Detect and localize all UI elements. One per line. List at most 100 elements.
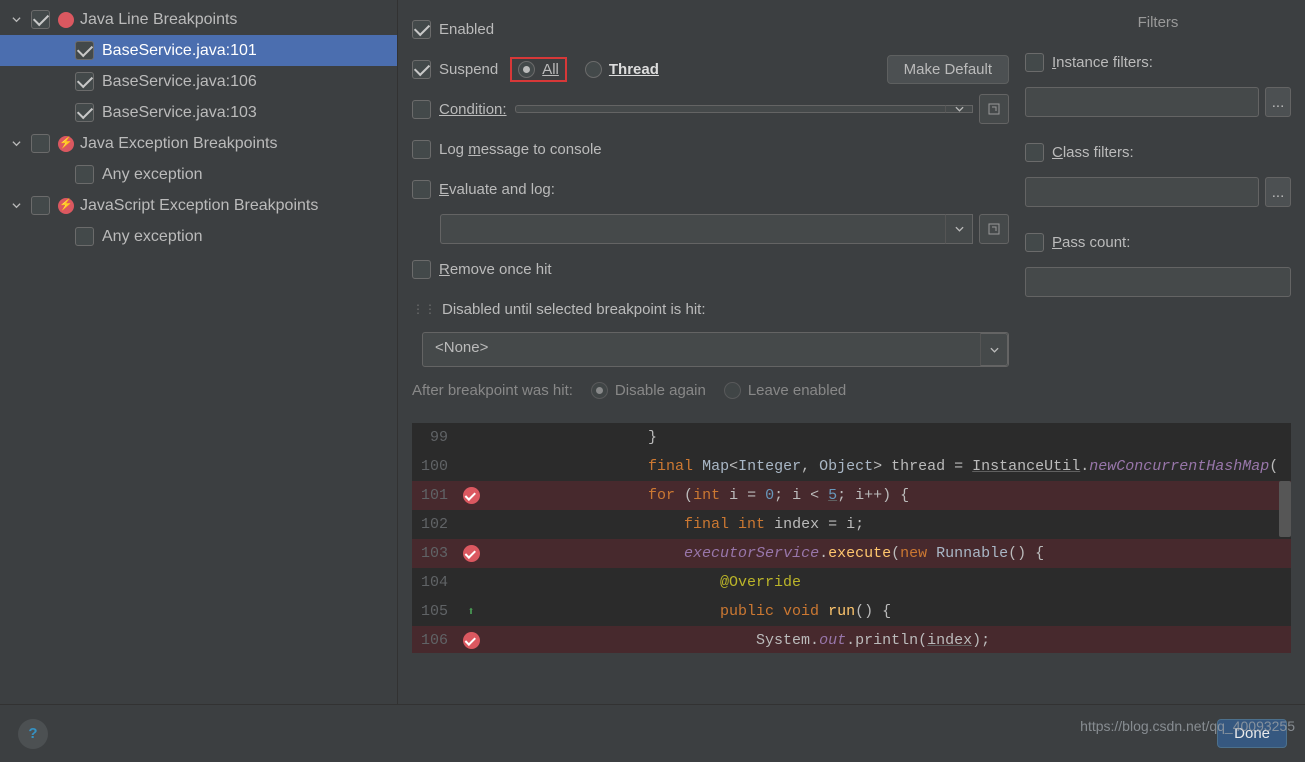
evaluate-input[interactable] [440, 214, 945, 244]
suspend-thread-radio[interactable] [585, 61, 602, 78]
exception-item[interactable]: Any exception [0, 221, 397, 252]
group-label: Java Line Breakpoints [80, 11, 237, 29]
code-text: for (int i = 0; i < 5; i++) { [486, 487, 1291, 504]
leave-enabled-label: Leave enabled [748, 382, 846, 399]
log-console-checkbox[interactable] [412, 140, 431, 159]
breakpoint-tree: Java Line Breakpoints BaseService.java:1… [0, 0, 398, 704]
remove-once-label: Remove once hit [439, 261, 552, 278]
code-preview: 99 } 100 final Map<Integer, Object> thre… [412, 423, 1291, 653]
code-text: final Map<Integer, Object> thread = Inst… [486, 458, 1291, 475]
line-number: 106 [412, 632, 456, 649]
code-text: executorService.execute(new Runnable() { [486, 545, 1291, 562]
code-text: public void run() { [486, 603, 1291, 620]
override-icon[interactable]: ⬆ [467, 604, 474, 619]
expand-icon[interactable] [979, 94, 1009, 124]
line-number: 104 [412, 574, 456, 591]
group-checkbox[interactable] [31, 134, 50, 153]
group-checkbox[interactable] [31, 196, 50, 215]
dropdown-arrow-icon[interactable] [980, 333, 1008, 366]
breakpoint-item[interactable]: BaseService.java:101 [0, 35, 397, 66]
code-text: System.out.println(index); [486, 632, 1291, 649]
dropdown-arrow-icon[interactable] [945, 105, 973, 113]
group-label: JavaScript Exception Breakpoints [80, 197, 318, 215]
instance-filters-input[interactable] [1025, 87, 1259, 117]
disable-again-radio[interactable] [591, 382, 608, 399]
code-text: } [486, 429, 1291, 446]
more-button[interactable]: ... [1265, 177, 1291, 207]
breakpoint-label: BaseService.java:106 [102, 73, 257, 91]
line-number: 105 [412, 603, 456, 620]
line-number: 101 [412, 487, 456, 504]
enabled-label: Enabled [439, 21, 494, 38]
leave-enabled-radio[interactable] [724, 382, 741, 399]
suspend-all-radio[interactable] [518, 61, 535, 78]
breakpoint-gutter-icon[interactable] [463, 487, 480, 504]
dropdown-arrow-icon[interactable] [945, 214, 973, 244]
pass-count-checkbox[interactable] [1025, 233, 1044, 252]
highlight-box: All [510, 57, 567, 82]
class-filters-input[interactable] [1025, 177, 1259, 207]
code-text: @Override [486, 574, 1291, 591]
after-hit-label: After breakpoint was hit: [412, 382, 573, 399]
chevron-down-icon[interactable] [12, 139, 21, 148]
pass-count-label: Pass count: [1052, 234, 1130, 251]
breakpoint-checkbox[interactable] [75, 227, 94, 246]
line-number: 102 [412, 516, 456, 533]
pass-count-input[interactable] [1025, 267, 1291, 297]
breakpoint-label: Any exception [102, 228, 203, 246]
breakpoint-icon [58, 12, 74, 28]
class-filters-checkbox[interactable] [1025, 143, 1044, 162]
exception-icon [58, 198, 74, 214]
breakpoint-checkbox[interactable] [75, 165, 94, 184]
remove-once-checkbox[interactable] [412, 260, 431, 279]
all-label: All [542, 61, 559, 78]
enabled-checkbox[interactable] [412, 20, 431, 39]
evaluate-log-checkbox[interactable] [412, 180, 431, 199]
group-label: Java Exception Breakpoints [80, 135, 277, 153]
breakpoint-label: BaseService.java:103 [102, 104, 257, 122]
scrollbar[interactable] [1279, 481, 1291, 537]
drag-handle-icon[interactable]: ⋮⋮ [412, 302, 436, 316]
log-console-label: Log message to console [439, 141, 602, 158]
line-number: 103 [412, 545, 456, 562]
instance-filters-checkbox[interactable] [1025, 53, 1044, 72]
evaluate-log-label: Evaluate and log: [439, 181, 555, 198]
suspend-label: Suspend [439, 61, 498, 78]
disable-again-label: Disable again [615, 382, 706, 399]
breakpoint-label: Any exception [102, 166, 203, 184]
condition-input[interactable] [515, 105, 945, 113]
tree-group-java-exception[interactable]: Java Exception Breakpoints [0, 128, 397, 159]
exception-item[interactable]: Any exception [0, 159, 397, 190]
disabled-until-label: Disabled until selected breakpoint is hi… [442, 301, 705, 318]
filters-title: Filters [1025, 14, 1291, 31]
breakpoint-checkbox[interactable] [75, 103, 94, 122]
condition-checkbox[interactable] [412, 100, 431, 119]
class-filters-label: Class filters: [1052, 144, 1134, 161]
exception-icon [58, 136, 74, 152]
suspend-checkbox[interactable] [412, 60, 431, 79]
make-default-button[interactable]: Make Default [887, 55, 1009, 84]
chevron-down-icon[interactable] [12, 15, 21, 24]
disabled-until-select[interactable]: <None> [422, 332, 1009, 367]
more-button[interactable]: ... [1265, 87, 1291, 117]
breakpoint-checkbox[interactable] [75, 72, 94, 91]
watermark: https://blog.csdn.net/qq_40093255 [1080, 718, 1295, 734]
breakpoint-item[interactable]: BaseService.java:103 [0, 97, 397, 128]
condition-label: Condition: [439, 101, 507, 118]
chevron-down-icon[interactable] [12, 201, 21, 210]
breakpoint-checkbox[interactable] [75, 41, 94, 60]
tree-group-java-line[interactable]: Java Line Breakpoints [0, 4, 397, 35]
line-number: 100 [412, 458, 456, 475]
line-number: 99 [412, 429, 456, 446]
breakpoint-gutter-icon[interactable] [463, 545, 480, 562]
breakpoint-gutter-icon[interactable] [463, 632, 480, 649]
expand-icon[interactable] [979, 214, 1009, 244]
breakpoint-label: BaseService.java:101 [102, 42, 257, 60]
thread-label: Thread [609, 61, 659, 78]
breakpoint-item[interactable]: BaseService.java:106 [0, 66, 397, 97]
code-text: final int index = i; [486, 516, 1291, 533]
tree-group-js-exception[interactable]: JavaScript Exception Breakpoints [0, 190, 397, 221]
help-button[interactable]: ? [18, 719, 48, 749]
select-value: <None> [423, 333, 980, 366]
group-checkbox[interactable] [31, 10, 50, 29]
